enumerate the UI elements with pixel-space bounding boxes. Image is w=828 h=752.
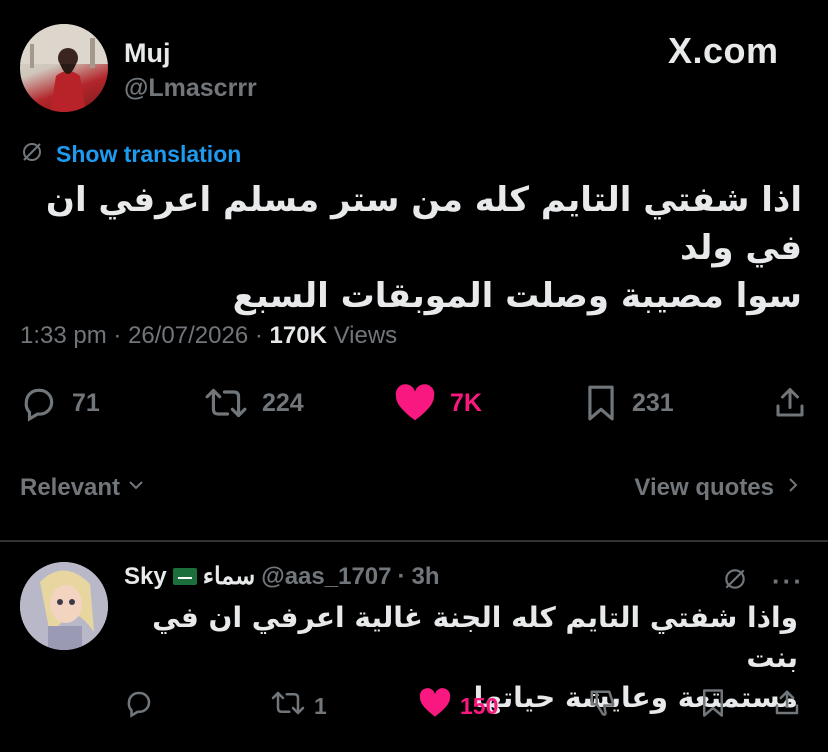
reply-count: 71 (72, 388, 100, 417)
bookmark-icon (584, 384, 618, 422)
tweet-date[interactable]: 26/07/2026 (128, 322, 248, 349)
show-translation-label[interactable]: Show translation (56, 141, 241, 168)
more-options-icon[interactable]: ··· (772, 566, 804, 597)
share-icon (772, 384, 808, 422)
reply-repost-button[interactable]: 1 (270, 688, 327, 724)
chevron-down-icon (126, 474, 146, 502)
sort-label: Relevant (20, 474, 121, 501)
reply-handle[interactable]: @aas_1707 (261, 563, 391, 591)
tweet-actions: 71 224 7K 231 (0, 384, 828, 434)
thumbs-down-icon (588, 688, 618, 724)
reply-like-count: 150 (460, 692, 499, 719)
reply-icon (124, 688, 154, 724)
bookmark-button[interactable]: 231 (584, 384, 674, 422)
views-count: 170K (269, 322, 327, 349)
view-quotes-label: View quotes (634, 474, 774, 501)
tweet-time[interactable]: 1:33 pm (20, 322, 107, 349)
author-name[interactable]: Muj (124, 38, 171, 69)
heart-icon (418, 688, 452, 724)
reply-header: Sky سماء @aas_1707 · 3h (124, 562, 440, 591)
author-avatar[interactable] (20, 24, 108, 112)
repost-button[interactable]: 224 (204, 384, 304, 422)
reply-bookmark-button[interactable] (700, 688, 726, 724)
sort-dropdown[interactable]: Relevant (20, 474, 146, 502)
divider (0, 540, 828, 542)
like-count: 7K (450, 388, 482, 417)
reply-like-button[interactable]: 150 (418, 688, 498, 724)
translate-icon[interactable] (722, 566, 748, 597)
reply-time[interactable]: 3h (411, 563, 439, 591)
reply-icon (20, 384, 58, 422)
tweet-text: اذا شفتي التايم كله من ستر مسلم اعرفي ان… (22, 176, 802, 320)
show-translation[interactable]: Show translation (20, 140, 241, 169)
repost-icon (270, 688, 306, 724)
bookmark-icon (700, 688, 726, 724)
views-label: Views (333, 322, 398, 349)
chevron-right-icon (784, 474, 802, 502)
like-button[interactable]: 7K (394, 384, 482, 422)
reply-share-button[interactable] (772, 688, 802, 724)
heart-icon (394, 384, 436, 422)
saudi-flag-icon (172, 568, 197, 585)
reply-repost-count: 1 (314, 692, 327, 719)
author-handle[interactable]: @Lmascrrr (124, 74, 257, 103)
share-button[interactable] (772, 384, 808, 422)
repost-icon (204, 384, 248, 422)
reply-button[interactable]: 71 (20, 384, 100, 422)
view-quotes-link[interactable]: View quotes (634, 474, 802, 502)
repost-count: 224 (262, 388, 304, 417)
meta-sep: · (254, 322, 263, 349)
reply-avatar[interactable] (20, 562, 108, 650)
reply-sep: · (397, 562, 406, 590)
translate-icon (20, 140, 44, 169)
share-icon (772, 688, 802, 724)
reply-top-icons: ··· (722, 566, 804, 597)
reply-actions: 1 150 (0, 688, 828, 728)
bookmark-count: 231 (632, 388, 674, 417)
brand-logo: X.com (668, 30, 779, 71)
tweet-meta: 1:33 pm · 26/07/2026 · 170K Views (20, 322, 397, 350)
tweet-text-line: اذا شفتي التايم كله من ستر مسلم اعرفي ان… (45, 180, 802, 268)
reply-name-arabic[interactable]: سماء (203, 562, 256, 591)
meta-sep: · (113, 322, 122, 349)
reply-text-line: واذا شفتي التايم كله الجنة غالية اعرفي ا… (152, 601, 798, 674)
reply-name-latin[interactable]: Sky (124, 563, 167, 591)
reply-reply-button[interactable] (124, 688, 154, 724)
tweet-text-line: سوا مصيبة وصلت الموبقات السبع (232, 276, 802, 316)
dislike-button[interactable] (588, 688, 618, 724)
